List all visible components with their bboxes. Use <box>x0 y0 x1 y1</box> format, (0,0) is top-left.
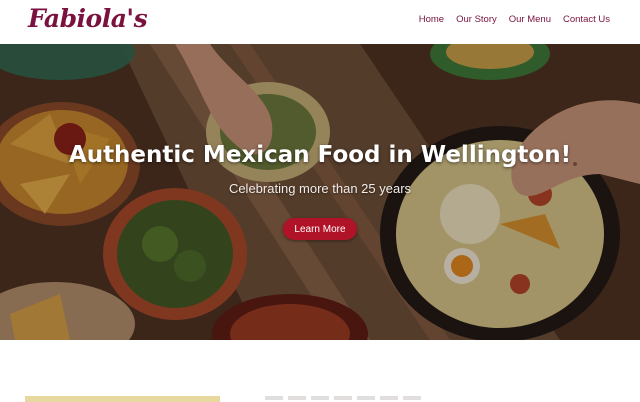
content-section <box>0 340 640 402</box>
site-logo[interactable]: Fabiola's <box>28 4 148 33</box>
hero-subtitle: Celebrating more than 25 years <box>228 181 412 196</box>
nav-link-contact-us[interactable]: Contact Us <box>563 14 610 25</box>
section-heading-placeholder <box>265 396 425 400</box>
main-nav: Home Our Story Our Menu Contact Us <box>419 14 610 25</box>
hero-title: Authentic Mexican Food in Wellington! <box>68 142 572 168</box>
section-image <box>25 396 220 402</box>
learn-more-button[interactable]: Learn More <box>283 218 357 240</box>
site-header: Fabiola's Home Our Story Our Menu Contac… <box>0 0 640 44</box>
hero-banner: Authentic Mexican Food in Wellington! Ce… <box>0 44 640 340</box>
nav-link-home[interactable]: Home <box>419 14 444 25</box>
nav-link-our-story[interactable]: Our Story <box>456 14 497 25</box>
nav-link-our-menu[interactable]: Our Menu <box>509 14 551 25</box>
